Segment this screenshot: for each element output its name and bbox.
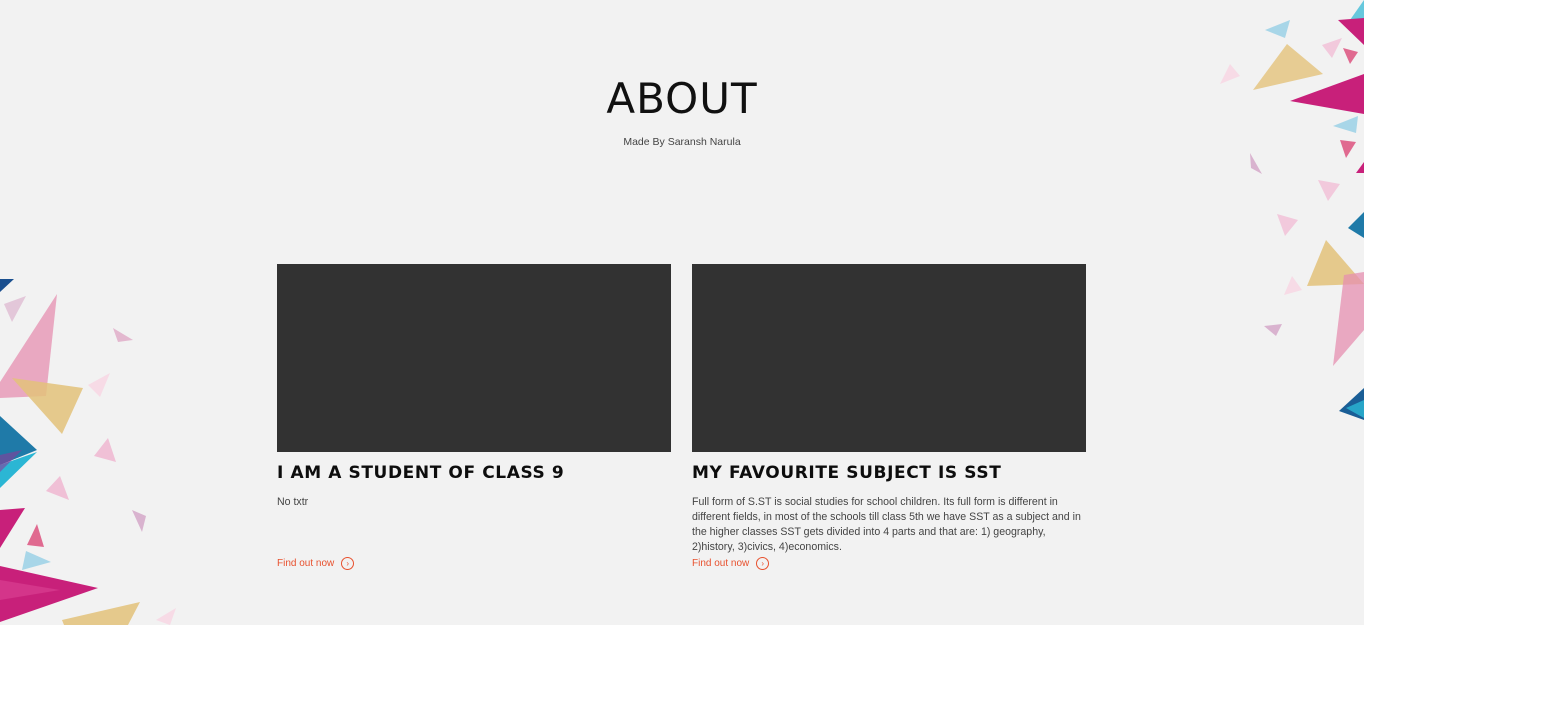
deco-triangle — [46, 476, 69, 500]
deco-triangle — [1250, 153, 1262, 174]
link-label: Find out now — [277, 558, 335, 569]
circle-arrow-right-icon: › — [756, 557, 770, 570]
deco-triangle — [94, 438, 116, 462]
deco-triangle — [1322, 38, 1342, 58]
circle-arrow-right-icon: › — [341, 557, 355, 570]
deco-triangle — [1338, 18, 1364, 45]
deco-triangle — [1343, 48, 1358, 64]
deco-triangle — [1264, 324, 1282, 336]
deco-triangle — [1265, 20, 1290, 38]
deco-triangle — [132, 510, 146, 532]
card-image-placeholder — [277, 264, 671, 452]
deco-triangle — [113, 328, 133, 342]
page-title: ABOUT — [606, 74, 758, 123]
deco-triangle — [62, 602, 140, 625]
deco-triangle — [1318, 180, 1340, 201]
card-favourite-subject: MY FAVOURITE SUBJECT IS SST Full form of… — [692, 264, 1086, 571]
about-section: ABOUT Made By Saransh Narula I AM A STUD… — [0, 0, 1364, 625]
deco-triangle — [1333, 272, 1364, 366]
card-title: I AM A STUDENT OF CLASS 9 — [277, 463, 565, 483]
deco-triangle — [1348, 212, 1364, 238]
page-subtitle: Made By Saransh Narula — [623, 136, 741, 148]
link-label: Find out now — [692, 558, 750, 569]
card-title: MY FAVOURITE SUBJECT IS SST — [692, 463, 1002, 483]
deco-triangle — [1356, 162, 1364, 173]
card-text: No txtr — [277, 496, 309, 508]
card-image-placeholder — [692, 264, 1086, 452]
deco-triangle — [156, 608, 176, 625]
deco-triangle — [22, 551, 51, 570]
deco-triangle — [1284, 276, 1302, 295]
deco-triangle — [88, 373, 110, 397]
deco-triangle — [4, 296, 26, 322]
card-text: Full form of S.ST is social studies for … — [692, 496, 1081, 553]
card-class-9: I AM A STUDENT OF CLASS 9 No txtr Find o… — [277, 264, 671, 571]
find-out-now-link[interactable]: Find out now › — [692, 557, 770, 570]
deco-triangle — [0, 508, 25, 548]
deco-triangle — [1277, 214, 1298, 236]
deco-triangle — [0, 279, 14, 292]
deco-triangle — [12, 378, 83, 434]
find-out-now-link[interactable]: Find out now › — [277, 557, 355, 570]
deco-triangle — [27, 524, 44, 547]
